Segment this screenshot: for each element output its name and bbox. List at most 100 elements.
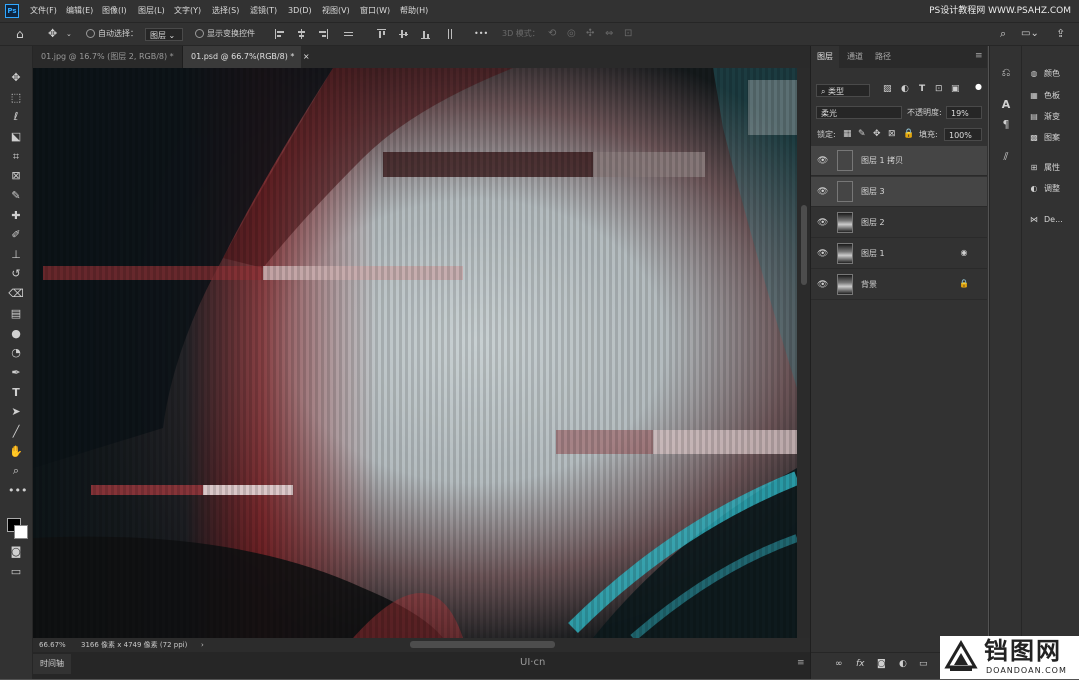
lasso-tool-icon[interactable]: ℓ xyxy=(8,109,24,125)
panel-patterns[interactable]: ▩ 图案 xyxy=(1028,130,1060,146)
panel-gradients[interactable]: ▤ 渐变 xyxy=(1028,109,1060,125)
tab-layers[interactable]: 图层 xyxy=(811,46,839,68)
menu-window[interactable]: 窗口(W) xyxy=(360,0,390,22)
character-icon[interactable]: A xyxy=(999,98,1013,112)
healing-brush-icon[interactable]: ✚ xyxy=(8,208,24,224)
filter-smart-icon[interactable]: ▣ xyxy=(951,84,960,94)
search-icon[interactable]: ⌕ xyxy=(1000,23,1006,45)
move-tool-icon[interactable]: ✥ xyxy=(48,23,57,45)
panel-swatches[interactable]: ▦ 色板 xyxy=(1028,88,1060,104)
menu-filter[interactable]: 滤镜(T) xyxy=(250,0,277,22)
vertical-scrollbar[interactable] xyxy=(797,68,810,638)
crop-tool-icon[interactable]: ⌗ xyxy=(8,149,24,165)
eyedropper-icon[interactable]: ✎ xyxy=(8,188,24,204)
marquee-tool-icon[interactable]: ⬚ xyxy=(8,90,24,106)
workspace-icon[interactable]: ▭⌄ xyxy=(1021,23,1039,45)
auto-select-checkbox[interactable]: 自动选择： xyxy=(86,23,138,45)
layer-row[interactable]: 👁 背景 🔒 xyxy=(811,270,987,300)
link-icon[interactable]: ∞ xyxy=(835,659,843,669)
3d-orbit-icon[interactable]: ⟲ xyxy=(548,23,556,45)
panel-libraries[interactable]: ⋈ De... xyxy=(1028,212,1063,228)
layer-filter-dropdown[interactable]: ⌕ 类型 xyxy=(816,84,870,97)
filter-adjustment-icon[interactable]: ◐ xyxy=(901,84,909,94)
more-tools-icon[interactable]: ••• xyxy=(8,483,27,499)
lock-artboard-icon[interactable]: ⊠ xyxy=(888,128,896,141)
show-transform-checkbox[interactable]: 显示变换控件 xyxy=(195,23,255,45)
group-icon[interactable]: ▭ xyxy=(919,659,928,669)
lock-all-icon[interactable]: 🔒 xyxy=(903,128,914,141)
distribute-vertical-icon[interactable] xyxy=(445,29,454,39)
move-tool-icon[interactable]: ✥ xyxy=(8,70,24,86)
hand-tool-icon[interactable]: ✋ xyxy=(8,444,24,460)
horizontal-scroll-thumb[interactable] xyxy=(410,641,555,648)
background-color-swatch[interactable] xyxy=(14,525,28,539)
zoom-level[interactable]: 66.67% xyxy=(39,638,66,652)
visibility-eye-icon[interactable]: 👁 xyxy=(817,187,828,197)
line-tool-icon[interactable]: ╱ xyxy=(8,424,24,440)
panel-properties[interactable]: ⊞ 属性 xyxy=(1028,160,1060,176)
eraser-tool-icon[interactable]: ⌫ xyxy=(8,286,24,302)
panel-menu-icon[interactable]: ≡ xyxy=(975,51,983,61)
filter-shape-icon[interactable]: ⊡ xyxy=(935,84,943,94)
more-options-button[interactable]: ••• xyxy=(474,23,488,45)
align-center-icon[interactable] xyxy=(297,29,306,39)
fill-input[interactable]: 100% xyxy=(944,128,982,141)
align-bottom-icon[interactable] xyxy=(421,29,430,39)
tab-channels[interactable]: 通道 xyxy=(841,46,869,68)
layer-row[interactable]: 👁 图层 2 xyxy=(811,208,987,238)
tab-paths[interactable]: 路径 xyxy=(869,46,897,68)
share-icon[interactable]: ⇪ xyxy=(1056,23,1065,45)
3d-pan-icon[interactable]: ✣ xyxy=(586,23,594,45)
chevron-down-icon[interactable]: ⌄ xyxy=(66,23,72,45)
layer-row[interactable]: 👁 图层 1 拷贝 xyxy=(811,146,987,176)
panel-color[interactable]: ◍ 颜色 xyxy=(1028,66,1061,82)
tab-timeline[interactable]: 时间轴 xyxy=(33,654,71,674)
adjustment-icon[interactable]: ◐ xyxy=(899,659,907,669)
home-icon[interactable]: ⌂ xyxy=(16,23,24,45)
menu-file[interactable]: 文件(F) xyxy=(30,0,57,22)
blend-mode-dropdown[interactable]: 柔光 xyxy=(816,106,902,119)
menu-type[interactable]: 文字(Y) xyxy=(174,0,201,22)
tab-01-jpg[interactable]: 01.jpg @ 16.7% (图层 2, RGB/8) * × xyxy=(33,46,189,68)
tab-01-psd[interactable]: 01.psd @ 66.7%(RGB/8) * × xyxy=(183,46,310,68)
zoom-tool-icon[interactable]: ⌕ xyxy=(8,463,24,479)
path-select-icon[interactable]: ➤ xyxy=(8,404,24,420)
align-top-icon[interactable] xyxy=(377,29,386,39)
screen-mode-icon[interactable]: ▭ xyxy=(8,564,24,580)
brush-tool-icon[interactable]: ✐ xyxy=(8,227,24,243)
dodge-tool-icon[interactable]: ◔ xyxy=(8,345,24,361)
3d-slide-icon[interactable]: ⇔ xyxy=(605,23,613,45)
menu-select[interactable]: 选择(S) xyxy=(212,0,239,22)
brush-settings-icon[interactable]: ⫽ xyxy=(999,150,1013,164)
frame-tool-icon[interactable]: ⊠ xyxy=(8,168,24,184)
menu-view[interactable]: 视图(V) xyxy=(322,0,350,22)
pen-tool-icon[interactable]: ✒ xyxy=(8,365,24,381)
menu-3d[interactable]: 3D(D) xyxy=(288,0,312,22)
align-left-icon[interactable] xyxy=(275,29,284,39)
quick-mask-icon[interactable]: ◙ xyxy=(8,544,24,560)
layer-row[interactable]: 👁 图层 3 xyxy=(811,177,987,207)
distribute-icon[interactable] xyxy=(344,29,353,39)
filter-pixel-icon[interactable]: ▨ xyxy=(883,84,892,94)
filter-toggle-icon[interactable]: ● xyxy=(975,82,982,91)
paragraph-icon[interactable]: ¶ xyxy=(999,118,1013,132)
document-canvas[interactable] xyxy=(33,68,797,638)
layer-row[interactable]: 👁 图层 1 ◉ xyxy=(811,239,987,269)
history-brush-icon[interactable]: ↺ xyxy=(8,266,24,282)
quick-select-icon[interactable]: ⬕ xyxy=(8,129,24,145)
opacity-input[interactable]: 19% xyxy=(946,106,982,119)
visibility-eye-icon[interactable]: 👁 xyxy=(817,249,828,259)
menu-edit[interactable]: 编辑(E) xyxy=(66,0,93,22)
visibility-eye-icon[interactable]: 👁 xyxy=(817,156,828,166)
lock-transparent-icon[interactable]: ▦ xyxy=(843,128,852,141)
lock-pixels-icon[interactable]: ✎ xyxy=(858,128,866,141)
history-icon[interactable]: ⎌ xyxy=(999,66,1013,80)
status-arrow-icon[interactable]: › xyxy=(201,638,204,652)
menu-help[interactable]: 帮助(H) xyxy=(400,0,428,22)
type-tool-icon[interactable]: T xyxy=(8,385,24,401)
visibility-eye-icon[interactable]: 👁 xyxy=(817,218,828,228)
visibility-eye-icon[interactable]: 👁 xyxy=(817,280,828,290)
align-middle-icon[interactable] xyxy=(399,29,408,39)
align-right-icon[interactable] xyxy=(319,29,328,39)
auto-select-dropdown[interactable]: 图层 ⌄ xyxy=(145,28,183,41)
